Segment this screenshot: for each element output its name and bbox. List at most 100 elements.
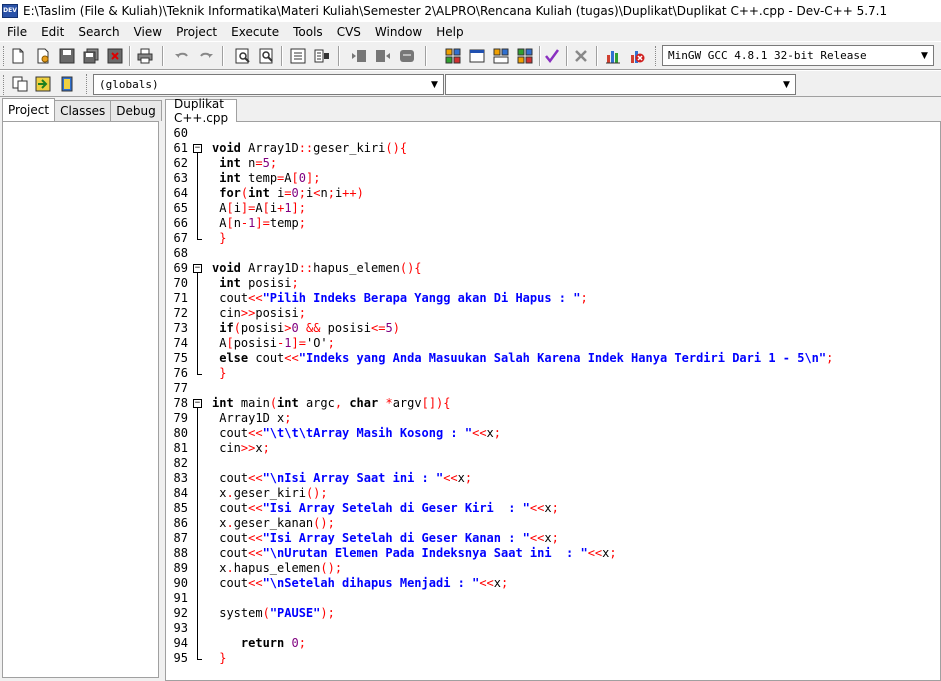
chevron-down-icon[interactable]: ▼ — [916, 46, 933, 65]
code-line[interactable]: 81 cin>>x; — [166, 441, 940, 456]
menu-tools[interactable]: Tools — [286, 25, 330, 39]
code-line[interactable]: 61− void Array1D::geser_kiri(){ — [166, 141, 940, 156]
code-line[interactable]: 89 x.hapus_elemen(); — [166, 561, 940, 576]
toolbar-grip[interactable] — [86, 74, 89, 94]
tab-debug[interactable]: Debug — [110, 100, 162, 121]
syntax-check-icon[interactable] — [542, 46, 562, 66]
code-line[interactable]: 78− int main(int argc, char *argv[]){ — [166, 396, 940, 411]
code-line[interactable]: 67 } — [166, 231, 940, 246]
tab-duplikat-cpp[interactable]: Duplikat C++.cpp — [165, 97, 238, 125]
code-token: posisi — [255, 306, 299, 320]
project-tree[interactable] — [2, 121, 159, 678]
tab-classes[interactable]: Classes — [54, 100, 112, 121]
tab-project[interactable]: Project — [2, 98, 56, 121]
code-line[interactable]: 77 — [166, 381, 940, 396]
compiler-select[interactable]: MinGW GCC 4.8.1 32-bit Release ▼ — [662, 45, 934, 66]
code-line[interactable]: 83 cout<<"\nIsi Array Saat ini : "<<x; — [166, 471, 940, 486]
code-line[interactable]: 87 cout<<"Isi Array Setelah di Geser Kan… — [166, 531, 940, 546]
replace-icon[interactable] — [257, 46, 277, 66]
code-token: ; — [580, 291, 588, 305]
code-line[interactable]: 60 — [166, 126, 940, 141]
code-line[interactable]: 70 int posisi; — [166, 276, 940, 291]
code-line[interactable]: 65 A[i]=A[i+1]; — [166, 201, 940, 216]
close-file-icon[interactable] — [105, 46, 125, 66]
code-token: ]; — [291, 201, 306, 215]
code-line[interactable]: 72 cin>>posisi; — [166, 306, 940, 321]
menu-cvs[interactable]: CVS — [330, 25, 368, 39]
code-line[interactable]: 90 cout<<"\nSetelah dihapus Menjadi : "<… — [166, 576, 940, 591]
code-line[interactable]: 62 int n=5; — [166, 156, 940, 171]
code-line[interactable]: 94 return 0; — [166, 636, 940, 651]
code-line[interactable]: 80 cout<<"\t\t\tArray Masih Kosong : "<<… — [166, 426, 940, 441]
code-line[interactable]: 76 } — [166, 366, 940, 381]
code-text: void Array1D::geser_kiri(){ — [212, 141, 407, 156]
code-line[interactable]: 85 cout<<"Isi Array Setelah di Geser Kir… — [166, 501, 940, 516]
compile-run-icon[interactable] — [491, 46, 511, 66]
menu-edit[interactable]: Edit — [34, 25, 71, 39]
toggle-bookmark-icon[interactable] — [57, 74, 77, 94]
chevron-down-icon[interactable]: ▼ — [778, 75, 795, 94]
code-editor[interactable]: 60 61− void Array1D::geser_kiri(){62 int n… — [165, 121, 941, 681]
code-line[interactable]: 71 cout<<"Pilih Indeks Berapa Yangg akan… — [166, 291, 940, 306]
stop-execution-icon[interactable] — [571, 46, 591, 66]
toolbar-grip[interactable] — [3, 46, 6, 66]
rebuild-all-icon[interactable] — [515, 46, 535, 66]
toolbar-separator — [596, 46, 598, 66]
menu-file[interactable]: File — [0, 25, 34, 39]
save-all-icon[interactable] — [81, 46, 101, 66]
toggle-comment-icon[interactable] — [397, 46, 417, 66]
print-icon[interactable] — [135, 46, 155, 66]
menu-view[interactable]: View — [127, 25, 169, 39]
code-token: cout — [212, 501, 249, 515]
menu-search[interactable]: Search — [71, 25, 126, 39]
insert-icon[interactable] — [10, 74, 30, 94]
code-line[interactable]: 95 } — [166, 651, 940, 666]
code-line[interactable]: 63 int temp=A[0]; — [166, 171, 940, 186]
code-line[interactable]: 75 else cout<<"Indeks yang Anda Masuukan… — [166, 351, 940, 366]
compile-icon[interactable] — [443, 46, 463, 66]
line-number: 91 — [173, 591, 188, 605]
menu-help[interactable]: Help — [429, 25, 470, 39]
menu-window[interactable]: Window — [368, 25, 429, 39]
goto-bookmark-icon[interactable] — [33, 74, 53, 94]
goto-function-icon[interactable] — [312, 46, 332, 66]
undo-icon[interactable] — [172, 46, 192, 66]
code-line[interactable]: 66 A[n-1]=temp; — [166, 216, 940, 231]
code-line[interactable]: 68 — [166, 246, 940, 261]
code-line[interactable]: 69− void Array1D::hapus_elemen(){ — [166, 261, 940, 276]
code-line[interactable]: 84 x.geser_kiri(); — [166, 486, 940, 501]
goto-line-icon[interactable] — [288, 46, 308, 66]
unindent-icon[interactable] — [373, 46, 393, 66]
code-line[interactable]: 79 Array1D x; — [166, 411, 940, 426]
code-line[interactable]: 74 A[posisi-1]='O'; — [166, 336, 940, 351]
menu-project[interactable]: Project — [169, 25, 224, 39]
code-line[interactable]: 64 for(int i=0;i<n;i++) — [166, 186, 940, 201]
menu-execute[interactable]: Execute — [224, 25, 286, 39]
toolbar-grip[interactable] — [3, 75, 6, 95]
code-line[interactable]: 93 — [166, 621, 940, 636]
new-file-icon[interactable] — [8, 46, 28, 66]
indent-icon[interactable] — [349, 46, 369, 66]
chevron-down-icon[interactable]: ▼ — [426, 75, 443, 94]
code-line[interactable]: 86 x.geser_kanan(); — [166, 516, 940, 531]
run-icon[interactable] — [467, 46, 487, 66]
scope-select[interactable]: (globals) ▼ — [93, 74, 444, 95]
code-line[interactable]: 82 — [166, 456, 940, 471]
devcpp-app-icon[interactable]: DEV — [2, 4, 18, 18]
line-number: 77 — [173, 381, 188, 395]
toolbar-separator — [539, 46, 541, 66]
code-line[interactable]: 92 system("PAUSE"); — [166, 606, 940, 621]
code-token: } — [212, 231, 227, 245]
open-project-icon[interactable] — [33, 46, 53, 66]
redo-icon[interactable] — [196, 46, 216, 66]
code-token: return — [240, 636, 285, 650]
code-line[interactable]: 73 if(posisi>0 && posisi<=5) — [166, 321, 940, 336]
code-line[interactable]: 91 — [166, 591, 940, 606]
find-icon[interactable] — [233, 46, 253, 66]
profile-chart-icon[interactable] — [603, 46, 623, 66]
code-line[interactable]: 88 cout<<"\nUrutan Elemen Pada Indeksnya… — [166, 546, 940, 561]
save-icon[interactable] — [57, 46, 77, 66]
delete-profile-icon[interactable] — [627, 46, 647, 66]
toolbar-grip[interactable] — [655, 46, 658, 66]
function-select[interactable]: ▼ — [445, 74, 796, 95]
